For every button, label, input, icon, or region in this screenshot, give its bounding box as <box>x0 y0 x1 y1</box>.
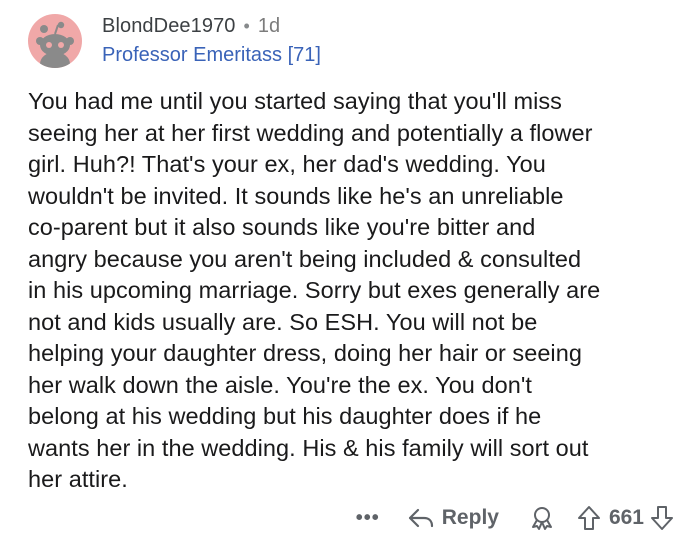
user-flair: Professor Emeritass [71] <box>102 44 321 66</box>
comment-age: 1d <box>257 15 281 37</box>
more-options-button[interactable]: ••• <box>356 507 380 530</box>
reply-icon <box>408 508 433 528</box>
upvote-icon[interactable] <box>577 505 601 531</box>
username[interactable]: BlondDee1970 <box>102 14 236 38</box>
vote-controls: 661 <box>577 505 674 531</box>
avatar[interactable] <box>28 14 82 68</box>
separator-dot: • <box>243 16 250 36</box>
comment-actions: ••• Reply 661 <box>356 502 674 534</box>
comment-meta: BlondDee1970 • 1d Professor Emeritass [7… <box>102 14 321 68</box>
snoo-icon <box>36 21 74 68</box>
comment-header: BlondDee1970 • 1d Professor Emeritass [7… <box>28 14 321 68</box>
reply-label: Reply <box>441 506 499 529</box>
comment-body: You had me until you started saying that… <box>28 88 601 492</box>
comment: BlondDee1970 • 1d Professor Emeritass [7… <box>0 0 700 539</box>
award-icon <box>531 507 552 530</box>
downvote-icon[interactable] <box>650 505 674 531</box>
reply-button[interactable]: Reply <box>408 506 499 530</box>
award-button[interactable] <box>529 505 555 531</box>
vote-score: 661 <box>608 506 644 529</box>
author-line: BlondDee1970 • 1d <box>102 14 321 38</box>
